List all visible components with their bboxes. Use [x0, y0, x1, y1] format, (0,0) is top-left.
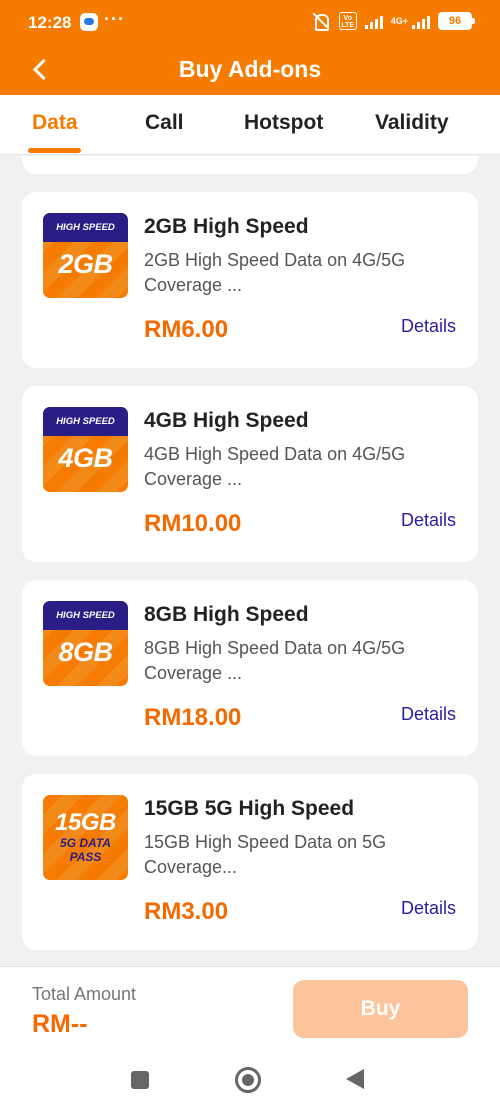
- product-name: 15GB 5G High Speed: [144, 797, 355, 820]
- details-link[interactable]: Details: [401, 510, 456, 531]
- product-description: 15GB High Speed Data on 5G Coverage...: [144, 832, 387, 877]
- product-image-4gb: HIGH SPEED 4GB: [43, 407, 128, 492]
- image-band-text: HIGH SPEED: [43, 601, 128, 630]
- image-size-text: 8GB: [58, 637, 113, 667]
- status-icons: Vo LTE 4G+ 96: [311, 12, 475, 31]
- battery-icon: 96: [438, 12, 475, 30]
- image-size-text: 15GB: [55, 809, 116, 836]
- home-icon[interactable]: [235, 1067, 261, 1093]
- tab-hotspot[interactable]: Hotspot: [244, 111, 323, 135]
- product-name: 4GB High Speed: [144, 409, 309, 432]
- product-price: RM3.00: [144, 898, 229, 925]
- product-price: RM6.00: [144, 316, 229, 343]
- product-card-2gb[interactable]: HIGH SPEED 2GB 2GB High Speed 2GB High S…: [22, 192, 478, 368]
- status-bar: 12:28 ··· Vo LTE 4G+ 96: [0, 0, 500, 46]
- signal-icon: [364, 13, 383, 29]
- details-link[interactable]: Details: [401, 316, 456, 337]
- product-name: 8GB High Speed: [144, 603, 309, 626]
- tab-validity[interactable]: Validity: [375, 111, 449, 135]
- product-image-2gb: HIGH SPEED 2GB: [43, 213, 128, 298]
- product-price: RM18.00: [144, 704, 242, 731]
- image-band-text: HIGH SPEED: [43, 407, 128, 436]
- app-bar: 12:28 ··· Vo LTE 4G+ 96 Buy Add-ons: [0, 0, 500, 95]
- image-sub-line-2: PASS: [69, 850, 102, 864]
- product-card-8gb[interactable]: HIGH SPEED 8GB 8GB High Speed 8GB High S…: [22, 580, 478, 756]
- messenger-notification-icon: [80, 13, 98, 31]
- product-description: 8GB High Speed Data on 4G/5G Coverage ..…: [144, 638, 406, 683]
- product-description: 2GB High Speed Data on 4G/5G Coverage ..…: [144, 250, 406, 295]
- product-card-4gb[interactable]: HIGH SPEED 4GB 4GB High Speed 4GB High S…: [22, 386, 478, 562]
- vibrate-off-icon: [311, 12, 331, 31]
- product-name: 2GB High Speed: [144, 215, 309, 238]
- system-navigation-bar: [0, 1056, 500, 1111]
- image-band-text: HIGH SPEED: [43, 213, 128, 242]
- image-sub-line-1: 5G DATA: [60, 836, 111, 850]
- page-title: Buy Add-ons: [178, 56, 322, 82]
- product-image-8gb: HIGH SPEED 8GB: [43, 601, 128, 686]
- image-sub-text: 5G DATA PASS: [43, 836, 128, 864]
- product-image-15gb: 15GB 5G DATA PASS: [43, 795, 128, 880]
- status-time: 12:28: [28, 13, 72, 32]
- active-tab-indicator: [28, 148, 81, 153]
- product-list[interactable]: HIGH SPEED 2GB 2GB High Speed 2GB High S…: [0, 156, 500, 966]
- image-size-text: 4GB: [58, 443, 113, 473]
- volte-icon: Vo LTE: [338, 12, 357, 30]
- more-notifications-icon: ···: [104, 9, 125, 29]
- product-description: 4GB High Speed Data on 4G/5G Coverage ..…: [144, 444, 406, 489]
- product-card-15gb[interactable]: 15GB 5G DATA PASS 15GB 5G High Speed 15G…: [22, 774, 478, 950]
- signal-icon-2: [412, 13, 430, 29]
- details-link[interactable]: Details: [401, 704, 456, 725]
- buy-button[interactable]: Buy: [293, 980, 468, 1038]
- total-amount-label: Total Amount: [32, 984, 137, 1004]
- list-item-partial: [22, 156, 478, 174]
- recent-apps-icon[interactable]: [131, 1071, 149, 1089]
- tab-data[interactable]: Data: [32, 111, 78, 135]
- image-size-text: 2GB: [58, 249, 113, 279]
- system-back-icon[interactable]: [346, 1069, 364, 1089]
- network-type: 4G+: [390, 15, 408, 26]
- page-header: Buy Add-ons: [0, 46, 500, 95]
- tab-call[interactable]: Call: [145, 111, 184, 135]
- details-link[interactable]: Details: [401, 898, 456, 919]
- total-amount-value: RM--: [32, 1010, 88, 1038]
- category-tabs: Data Call Hotspot Validity: [0, 95, 500, 155]
- product-price: RM10.00: [144, 510, 242, 537]
